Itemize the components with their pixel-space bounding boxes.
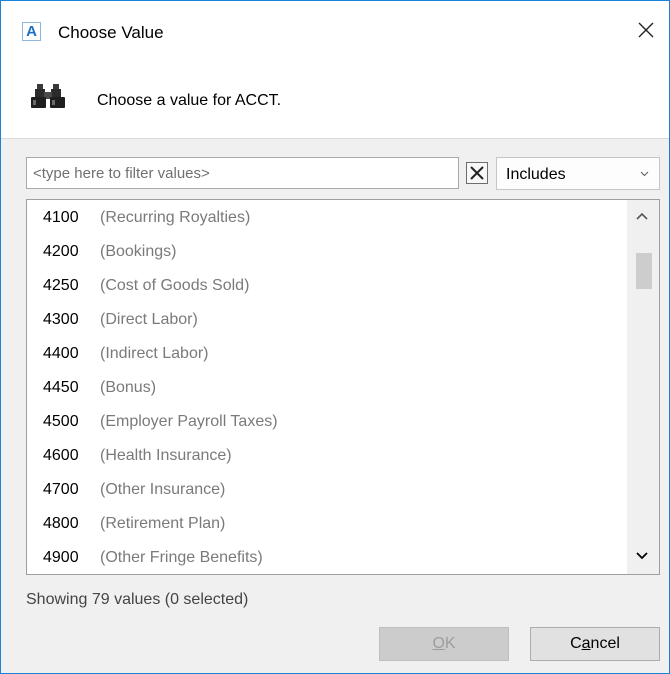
title-bar: A Choose Value — [1, 1, 669, 65]
clear-filter-icon — [470, 166, 484, 180]
scroll-down-button[interactable] — [627, 540, 659, 574]
chevron-down-icon — [640, 171, 649, 177]
ok-label-suffix: K — [444, 635, 456, 652]
item-code: 4800 — [43, 515, 79, 532]
cancel-label-suffix: ncel — [590, 635, 620, 652]
item-description: (Recurring Royalties) — [100, 209, 251, 226]
binoculars-icon — [31, 84, 65, 108]
status-text: Showing 79 values (0 selected) — [26, 591, 249, 608]
list-item[interactable]: 4600 (Health Insurance) — [27, 439, 627, 473]
ok-label-accel: O — [432, 635, 445, 652]
scrollbar-thumb[interactable] — [636, 253, 652, 289]
ok-button[interactable]: OK — [379, 627, 509, 661]
close-icon — [638, 22, 654, 38]
item-code: 4600 — [43, 447, 79, 464]
scroll-up-icon — [636, 212, 648, 220]
list-item[interactable]: 4700 (Other Insurance) — [27, 473, 627, 507]
item-description: (Cost of Goods Sold) — [100, 277, 250, 294]
list-item[interactable]: 4250 (Cost of Goods Sold) — [27, 269, 627, 303]
item-description: (Other Fringe Benefits) — [100, 549, 263, 566]
prompt-text: Choose a value for ACCT. — [97, 92, 282, 109]
app-letter-icon: A — [22, 22, 41, 41]
item-code: 4400 — [43, 345, 79, 362]
item-code: 4300 — [43, 311, 79, 328]
list-item[interactable]: 4100 (Recurring Royalties) — [27, 201, 627, 235]
item-code: 4200 — [43, 243, 79, 260]
cancel-button[interactable]: Cancel — [530, 627, 660, 661]
item-description: (Bonus) — [100, 379, 157, 396]
list-item[interactable]: 4900 (Other Fringe Benefits) — [27, 541, 627, 574]
item-description: (Health Insurance) — [100, 447, 232, 464]
vertical-scrollbar[interactable] — [627, 200, 659, 574]
cancel-label-prefix: C — [570, 635, 582, 652]
filter-input[interactable] — [26, 157, 459, 189]
item-code: 4100 — [43, 209, 79, 226]
list-item[interactable]: 4300 (Direct Labor) — [27, 303, 627, 337]
scroll-down-icon — [636, 552, 648, 560]
dialog-header: Choose a value for ACCT. — [1, 65, 669, 137]
close-button[interactable] — [629, 13, 663, 47]
item-code: 4450 — [43, 379, 79, 396]
list-item[interactable]: 4500 (Employer Payroll Taxes) — [27, 405, 627, 439]
item-description: (Retirement Plan) — [100, 515, 226, 532]
item-code: 4700 — [43, 481, 79, 498]
item-description: (Other Insurance) — [100, 481, 226, 498]
item-code: 4900 — [43, 549, 79, 566]
item-description: (Employer Payroll Taxes) — [100, 413, 278, 430]
values-list[interactable]: 4100 (Recurring Royalties) 4200 (Bookings) 4… — [26, 199, 660, 575]
dialog-body: Includes 4100 (Recurring Royalties) 4200 (B… — [1, 138, 669, 673]
cancel-label-accel: a — [581, 635, 591, 652]
list-item[interactable]: 4400 (Indirect Labor) — [27, 337, 627, 371]
scroll-up-button[interactable] — [627, 200, 659, 234]
item-description: (Bookings) — [100, 243, 177, 260]
clear-filter-button[interactable] — [466, 162, 488, 184]
item-description: (Indirect Labor) — [100, 345, 209, 362]
match-mode-dropdown[interactable]: Includes — [496, 157, 660, 190]
match-mode-value: Includes — [506, 166, 566, 183]
list-item[interactable]: 4200 (Bookings) — [27, 235, 627, 269]
item-description: (Direct Labor) — [100, 311, 198, 328]
choose-value-dialog: A Choose Value Choose a value for ACCT. — [0, 0, 670, 674]
list-item[interactable]: 4450 (Bonus) — [27, 371, 627, 405]
window-title: Choose Value — [58, 23, 164, 42]
item-code: 4500 — [43, 413, 79, 430]
list-item[interactable]: 4800 (Retirement Plan) — [27, 507, 627, 541]
item-code: 4250 — [43, 277, 79, 294]
